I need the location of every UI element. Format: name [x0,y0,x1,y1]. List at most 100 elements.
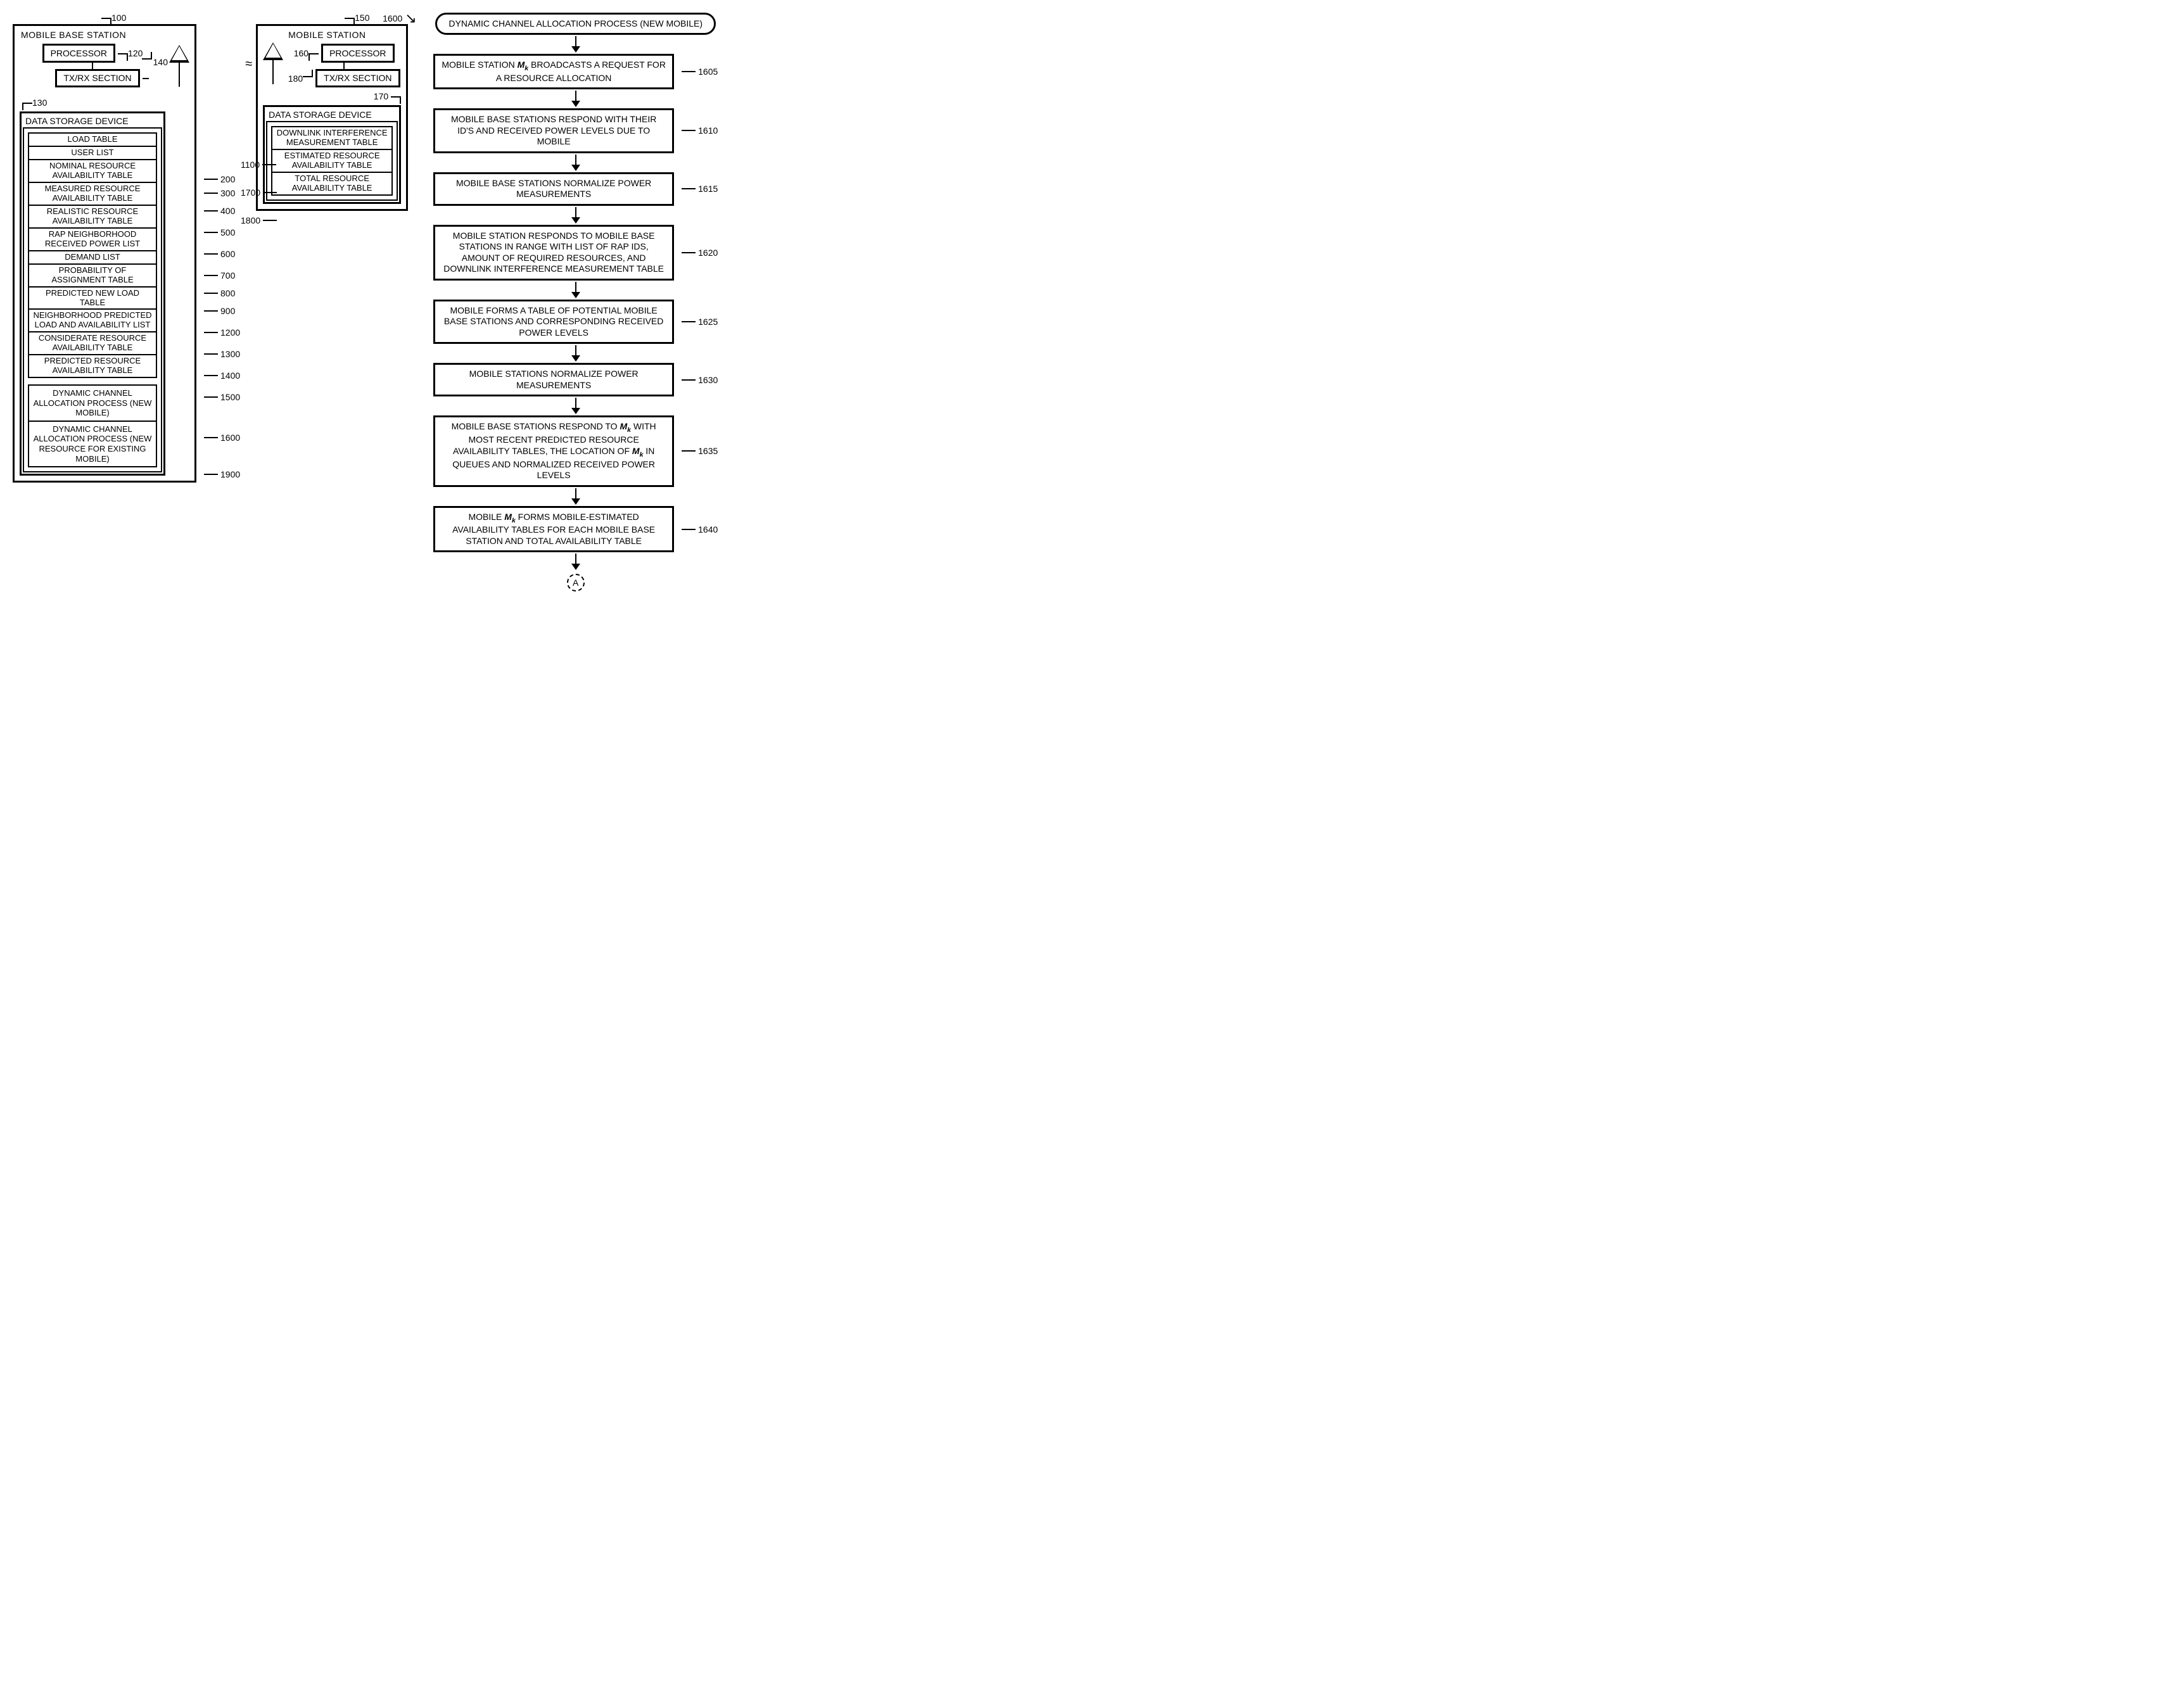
arrow-down-icon [433,488,718,505]
ref-1605: 1605 [698,66,718,77]
table-item: PREDICTED RESOURCE AVAILABILITY TABLE [28,354,157,378]
ref-1615: 1615 [698,184,718,194]
rf-link-icon: ≈ [245,57,251,72]
process-item: DYNAMIC CHANNEL ALLOCATION PROCESS (NEW … [28,421,157,467]
base-dsd-box: DATA STORAGE DEVICE LOAD TABLEUSER LISTN… [20,111,165,476]
table-item: NEIGHBORHOOD PREDICTED LOAD AND AVAILABI… [28,308,157,332]
ref-1610: 1610 [698,125,718,136]
base-refs-col: 200 300 400 500 600 700 800 900 1200 1300 1400 1500… [201,172,240,493]
mobile-refs-col: 1100 1700 1800 [241,151,279,234]
ref-1600-flow: 1600 [383,13,402,23]
arrow-down-icon [433,155,718,171]
ref-130: 130 [32,98,47,108]
ref-600: 600 [220,249,235,259]
flow-step-row: MOBILE STATION RESPONDS TO MOBILE BASE S… [433,225,718,281]
ref-800: 800 [220,288,235,298]
ref-100: 100 [111,13,126,23]
table-item: ESTIMATED RESOURCE AVAILABILITY TABLE [271,149,393,173]
ref-700: 700 [220,270,235,281]
figure-root: 100 MOBILE BASE STATION PROCESSOR 120 [13,13,2149,591]
flow-step: MOBILE STATIONS NORMALIZE POWER MEASUREM… [433,363,674,396]
ref-1500: 1500 [220,392,240,402]
flow-step: MOBILE STATION RESPONDS TO MOBILE BASE S… [433,225,674,281]
table-item: CONSIDERATE RESOURCE AVAILABILITY TABLE [28,331,157,355]
ref-1900: 1900 [220,469,240,479]
flow-step: MOBILE BASE STATIONS RESPOND WITH THEIR … [433,108,674,153]
ref-160: 160 [294,48,308,58]
flow-step: MOBILE BASE STATIONS RESPOND TO Mk WITH … [433,415,674,486]
table-item: DEMAND LIST [28,250,157,265]
ref-150: 150 [355,13,369,23]
ref-900: 900 [220,306,235,316]
antenna-icon [263,42,283,60]
mobile-dsd-box: DATA STORAGE DEVICE DOWNLINK INTERFERENC… [263,105,401,204]
mobile-base-station-title: MOBILE BASE STATION [21,30,189,40]
ref-1800: 1800 [241,215,260,225]
base-processor-box: PROCESSOR [42,44,115,63]
mobile-table-list: DOWNLINK INTERFERENCE MEASUREMENT TABLEE… [271,126,393,196]
flow-step-row: MOBILE BASE STATIONS RESPOND TO Mk WITH … [433,415,718,486]
mobile-txrx-box: TX/RX SECTION [315,69,400,87]
table-item: NOMINAL RESOURCE AVAILABILITY TABLE [28,159,157,183]
flow-step: MOBILE BASE STATIONS NORMALIZE POWER MEA… [433,172,674,206]
flowchart: 1600 ↘ DYNAMIC CHANNEL ALLOCATION PROCES… [433,13,718,591]
ref-1400: 1400 [220,370,240,381]
ref-140: 140 [153,57,168,67]
reference-arrow-icon: ↘ [405,10,416,27]
table-item: REALISTIC RESOURCE AVAILABILITY TABLE [28,205,157,229]
arrow-down-icon [433,207,718,224]
base-dsd-title: DATA STORAGE DEVICE [23,115,162,127]
mobile-base-station-box: MOBILE BASE STATION PROCESSOR 120 [13,24,196,483]
ref-300: 300 [220,188,235,198]
ref-1600: 1600 [220,433,240,443]
base-table-list: LOAD TABLEUSER LISTNOMINAL RESOURCE AVAI… [28,132,157,378]
system-block-diagram: 100 MOBILE BASE STATION PROCESSOR 120 [13,13,408,493]
ref-1635: 1635 [698,446,718,456]
table-item: USER LIST [28,146,157,160]
flow-step: MOBILE STATION Mk BROADCASTS A REQUEST F… [433,54,674,89]
ref-1620: 1620 [698,248,718,258]
ref-200: 200 [220,174,235,184]
base-txrx-box: TX/RX SECTION [55,69,139,87]
table-item: PROBABILITY OF ASSIGNMENT TABLE [28,263,157,288]
flow-step: MOBILE FORMS A TABLE OF POTENTIAL MOBILE… [433,300,674,345]
flow-step-row: MOBILE STATION Mk BROADCASTS A REQUEST F… [433,54,718,89]
off-page-connector: A [567,574,585,591]
flow-step-row: MOBILE STATIONS NORMALIZE POWER MEASUREM… [433,363,718,396]
ref-1200: 1200 [220,327,240,338]
ref-1640: 1640 [698,524,718,535]
table-item: TOTAL RESOURCE AVAILABILITY TABLE [271,172,393,196]
ref-1100: 1100 [241,160,260,170]
mobile-station-title: MOBILE STATION [288,30,401,40]
table-item: RAP NEIGHBORHOOD RECEIVED POWER LIST [28,227,157,251]
table-item: MEASURED RESOURCE AVAILABILITY TABLE [28,182,157,206]
flow-step-row: MOBILE FORMS A TABLE OF POTENTIAL MOBILE… [433,300,718,345]
arrow-down-icon [433,91,718,107]
mobile-base-station-wrap: 100 MOBILE BASE STATION PROCESSOR 120 [13,13,196,483]
off-page-label: A [573,578,578,588]
ref-400: 400 [220,206,235,216]
arrow-down-icon [433,36,718,53]
arrow-down-icon [433,282,718,298]
mobile-processor-box: PROCESSOR [321,44,394,63]
table-item: LOAD TABLE [28,132,157,147]
ref-1625: 1625 [698,317,718,327]
ref-500: 500 [220,227,235,237]
base-process-list: DYNAMIC CHANNEL ALLOCATION PROCESS (NEW … [28,384,157,467]
mobile-dsd-title: DATA STORAGE DEVICE [266,108,398,121]
process-item: DYNAMIC CHANNEL ALLOCATION PROCESS (NEW … [28,384,157,422]
arrow-down-icon [433,398,718,414]
flow-step-row: MOBILE BASE STATIONS RESPOND WITH THEIR … [433,108,718,153]
arrow-down-icon [433,345,718,362]
antenna-icon [169,45,189,63]
flow-step-row: MOBILE BASE STATIONS NORMALIZE POWER MEA… [433,172,718,206]
ref-1700: 1700 [241,187,260,198]
ref-120: 120 [128,48,143,58]
table-item: PREDICTED NEW LOAD TABLE [28,286,157,310]
ref-1300: 1300 [220,349,240,359]
flow-step-row: MOBILE Mk FORMS MOBILE-ESTIMATED AVAILAB… [433,506,718,553]
ref-180: 180 [288,73,303,84]
table-item: DOWNLINK INTERFERENCE MEASUREMENT TABLE [271,126,393,150]
flow-start-terminator: DYNAMIC CHANNEL ALLOCATION PROCESS (NEW … [435,13,716,35]
ref-170: 170 [374,91,388,101]
